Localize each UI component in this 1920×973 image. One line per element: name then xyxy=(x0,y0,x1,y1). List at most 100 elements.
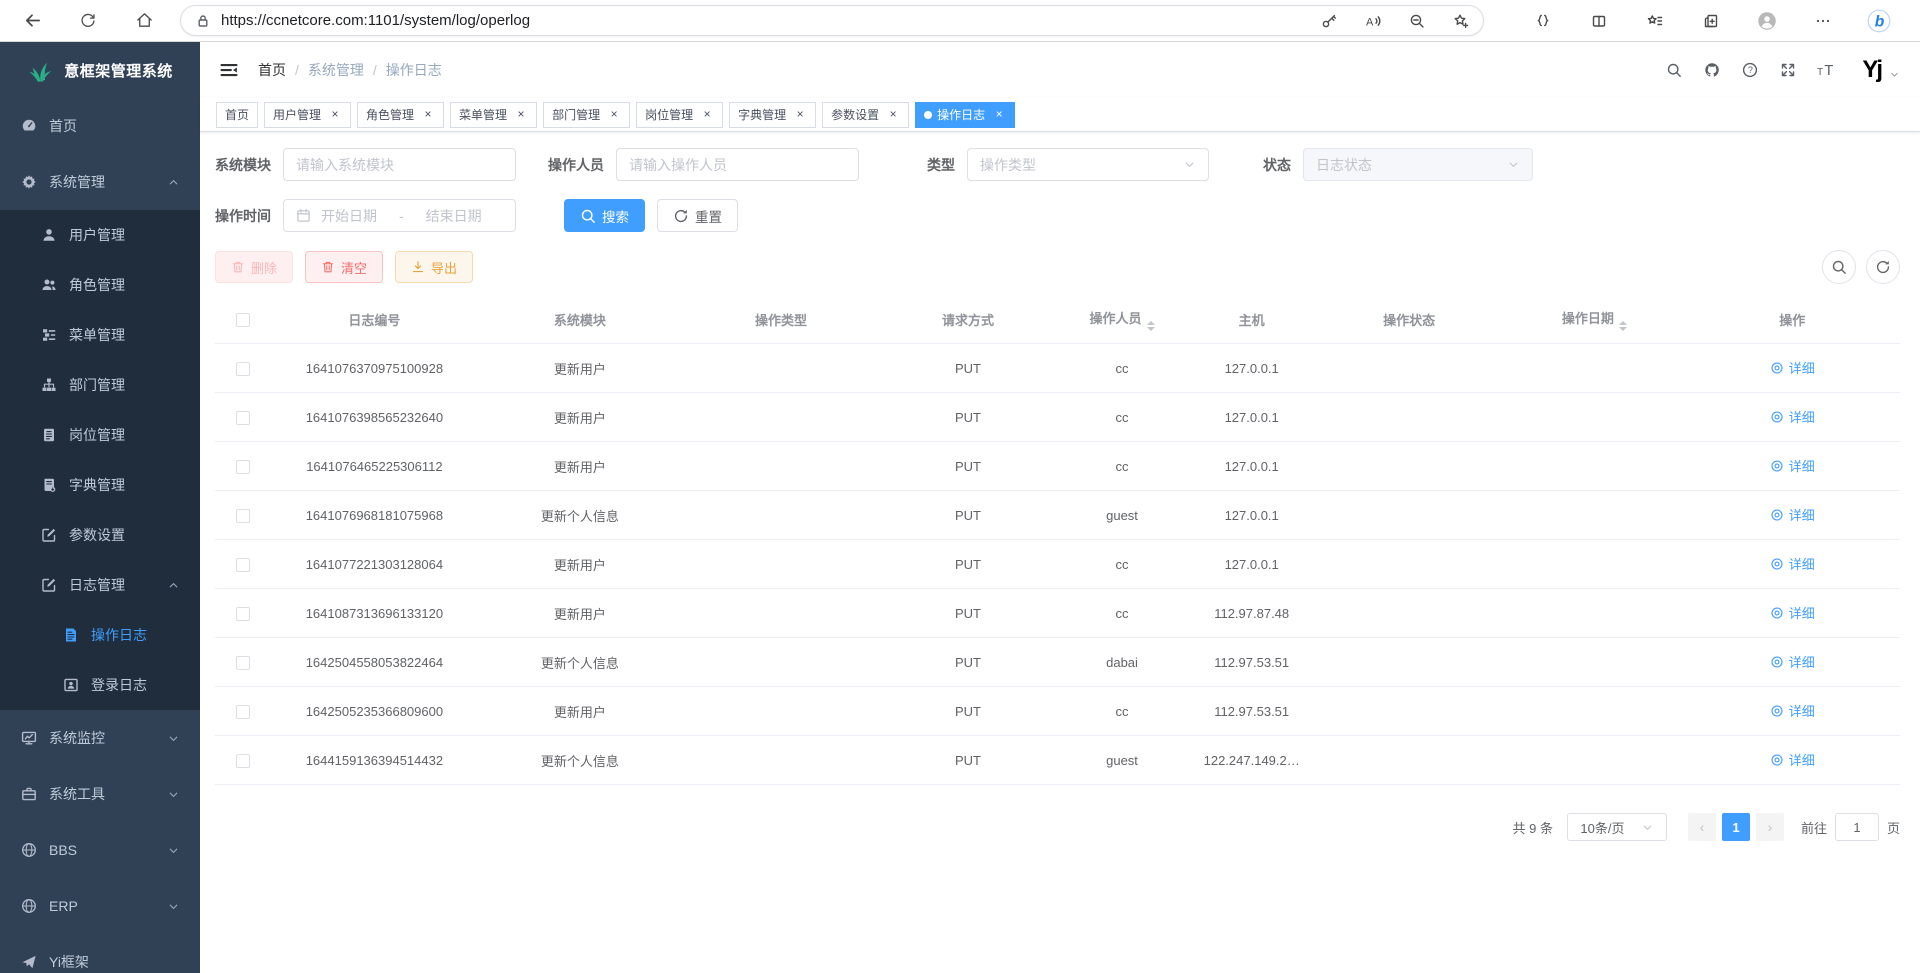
tab-dict-mgmt[interactable]: 字典管理× xyxy=(729,102,816,128)
sidebar-item-oper-log[interactable]: 操作日志 xyxy=(0,610,200,660)
tab-role-mgmt[interactable]: 角色管理× xyxy=(357,102,444,128)
page-size-select[interactable]: 10条/页 xyxy=(1567,813,1667,841)
tab-oper-log[interactable]: 操作日志× xyxy=(915,102,1015,128)
close-tab-icon[interactable]: × xyxy=(514,108,528,122)
address-bar[interactable]: https://ccnetcore.com:1101/system/log/op… xyxy=(180,5,1484,36)
github-icon[interactable] xyxy=(1698,56,1726,84)
sidebar-item-yi-framework[interactable]: Yi框架 xyxy=(0,934,200,973)
sidebar-item-home[interactable]: 首页 xyxy=(0,98,200,154)
user-avatar[interactable]: Yj xyxy=(1862,58,1900,82)
extensions-icon[interactable] xyxy=(1524,4,1562,38)
prev-page-button[interactable]: ‹ xyxy=(1688,813,1716,841)
status-select[interactable]: 日志状态 xyxy=(1303,148,1533,181)
detail-link[interactable]: 详细 xyxy=(1770,407,1815,426)
show-search-button[interactable] xyxy=(1822,250,1856,284)
close-tab-icon[interactable]: × xyxy=(886,108,900,122)
tab-menu-mgmt[interactable]: 菜单管理× xyxy=(450,102,537,128)
next-page-button[interactable]: › xyxy=(1756,813,1784,841)
sidebar-item-user-mgmt[interactable]: 用户管理 xyxy=(0,210,200,260)
type-select[interactable]: 操作类型 xyxy=(967,148,1209,181)
collections-icon[interactable] xyxy=(1692,4,1730,38)
home-icon[interactable] xyxy=(122,4,166,38)
sidebar-item-system-monitor[interactable]: 系统监控 xyxy=(0,710,200,766)
sidebar-item-role-mgmt[interactable]: 角色管理 xyxy=(0,260,200,310)
row-checkbox[interactable] xyxy=(236,460,250,474)
detail-link[interactable]: 详细 xyxy=(1770,456,1815,475)
hamburger-icon[interactable] xyxy=(216,57,242,83)
sidebar-item-log-mgmt[interactable]: 日志管理 xyxy=(0,560,200,610)
detail-link[interactable]: 详细 xyxy=(1770,554,1815,573)
module-input[interactable]: 请输入系统模块 xyxy=(283,148,516,181)
help-icon[interactable]: ? xyxy=(1736,56,1764,84)
refresh-icon[interactable] xyxy=(66,4,110,38)
sort-carets-icon[interactable] xyxy=(1147,321,1155,331)
breadcrumb-system[interactable]: 系统管理 xyxy=(308,60,364,80)
tab-home[interactable]: 首页 xyxy=(216,102,258,128)
favorites-icon[interactable] xyxy=(1636,4,1674,38)
sidebar-item-dict-mgmt[interactable]: 字典管理 xyxy=(0,460,200,510)
row-checkbox[interactable] xyxy=(236,411,250,425)
sidebar-item-login-log[interactable]: 登录日志 xyxy=(0,660,200,710)
split-screen-icon[interactable] xyxy=(1580,4,1618,38)
row-checkbox[interactable] xyxy=(236,656,250,670)
sidebar-item-bbs[interactable]: BBS xyxy=(0,822,200,878)
detail-link[interactable]: 详细 xyxy=(1770,750,1815,769)
delete-button[interactable]: 删除 xyxy=(215,251,293,283)
detail-link[interactable]: 详细 xyxy=(1770,603,1815,622)
close-tab-icon[interactable]: × xyxy=(328,108,342,122)
tab-param-settings[interactable]: 参数设置× xyxy=(822,102,909,128)
date-range-input[interactable]: 开始日期 - 结束日期 xyxy=(283,199,516,232)
operator-input[interactable]: 请输入操作人员 xyxy=(616,148,859,181)
search-icon[interactable] xyxy=(1660,56,1688,84)
row-checkbox[interactable] xyxy=(236,509,250,523)
close-tab-icon[interactable]: × xyxy=(421,108,435,122)
close-tab-icon[interactable]: × xyxy=(793,108,807,122)
url-text[interactable]: https://ccnetcore.com:1101/system/log/op… xyxy=(221,12,1315,29)
sidebar-item-post-mgmt[interactable]: 岗位管理 xyxy=(0,410,200,460)
row-checkbox[interactable] xyxy=(236,558,250,572)
sidebar-item-dept-mgmt[interactable]: 部门管理 xyxy=(0,360,200,410)
goto-page-input[interactable] xyxy=(1835,813,1879,841)
select-all-checkbox[interactable] xyxy=(236,313,250,327)
clear-button[interactable]: 清空 xyxy=(305,251,383,283)
back-icon[interactable] xyxy=(10,4,54,38)
sidebar-item-system-tools[interactable]: 系统工具 xyxy=(0,766,200,822)
sidebar-item-param-settings[interactable]: 参数设置 xyxy=(0,510,200,560)
profile-icon[interactable] xyxy=(1748,4,1786,38)
column-header[interactable]: 操作日期 xyxy=(1504,296,1684,344)
zoom-out-icon[interactable] xyxy=(1403,7,1431,35)
search-button[interactable]: 搜索 xyxy=(564,199,645,232)
sidebar-item-menu-mgmt[interactable]: 菜单管理 xyxy=(0,310,200,360)
detail-link[interactable]: 详细 xyxy=(1770,701,1815,720)
row-checkbox[interactable] xyxy=(236,754,250,768)
close-tab-icon[interactable]: × xyxy=(607,108,621,122)
tab-dept-mgmt[interactable]: 部门管理× xyxy=(543,102,630,128)
tab-post-mgmt[interactable]: 岗位管理× xyxy=(636,102,723,128)
sort-carets-icon[interactable] xyxy=(1619,321,1627,331)
refresh-table-button[interactable] xyxy=(1866,250,1900,284)
favorite-add-icon[interactable] xyxy=(1447,7,1475,35)
tab-user-mgmt[interactable]: 用户管理× xyxy=(264,102,351,128)
reset-button[interactable]: 重置 xyxy=(657,199,738,232)
font-size-icon[interactable]: TT xyxy=(1812,56,1840,84)
column-header[interactable]: 操作人员 xyxy=(1055,296,1190,344)
row-checkbox[interactable] xyxy=(236,705,250,719)
sidebar-item-system-mgmt[interactable]: 系统管理 xyxy=(0,154,200,210)
read-aloud-icon[interactable]: A xyxy=(1359,7,1387,35)
detail-link[interactable]: 详细 xyxy=(1770,505,1815,524)
current-page-button[interactable]: 1 xyxy=(1722,813,1750,841)
export-button[interactable]: 导出 xyxy=(395,251,473,283)
detail-link[interactable]: 详细 xyxy=(1770,652,1815,671)
close-tab-icon[interactable]: × xyxy=(992,108,1006,122)
sidebar-item-erp[interactable]: ERP xyxy=(0,878,200,934)
copilot-icon[interactable]: b xyxy=(1860,4,1898,38)
row-checkbox[interactable] xyxy=(236,362,250,376)
close-tab-icon[interactable]: × xyxy=(700,108,714,122)
cell-host: 122.247.149.2… xyxy=(1189,736,1314,785)
more-icon[interactable] xyxy=(1804,4,1842,38)
row-checkbox[interactable] xyxy=(236,607,250,621)
key-icon[interactable] xyxy=(1315,7,1343,35)
detail-link[interactable]: 详细 xyxy=(1770,358,1815,377)
fullscreen-icon[interactable] xyxy=(1774,56,1802,84)
breadcrumb-home[interactable]: 首页 xyxy=(258,60,286,80)
